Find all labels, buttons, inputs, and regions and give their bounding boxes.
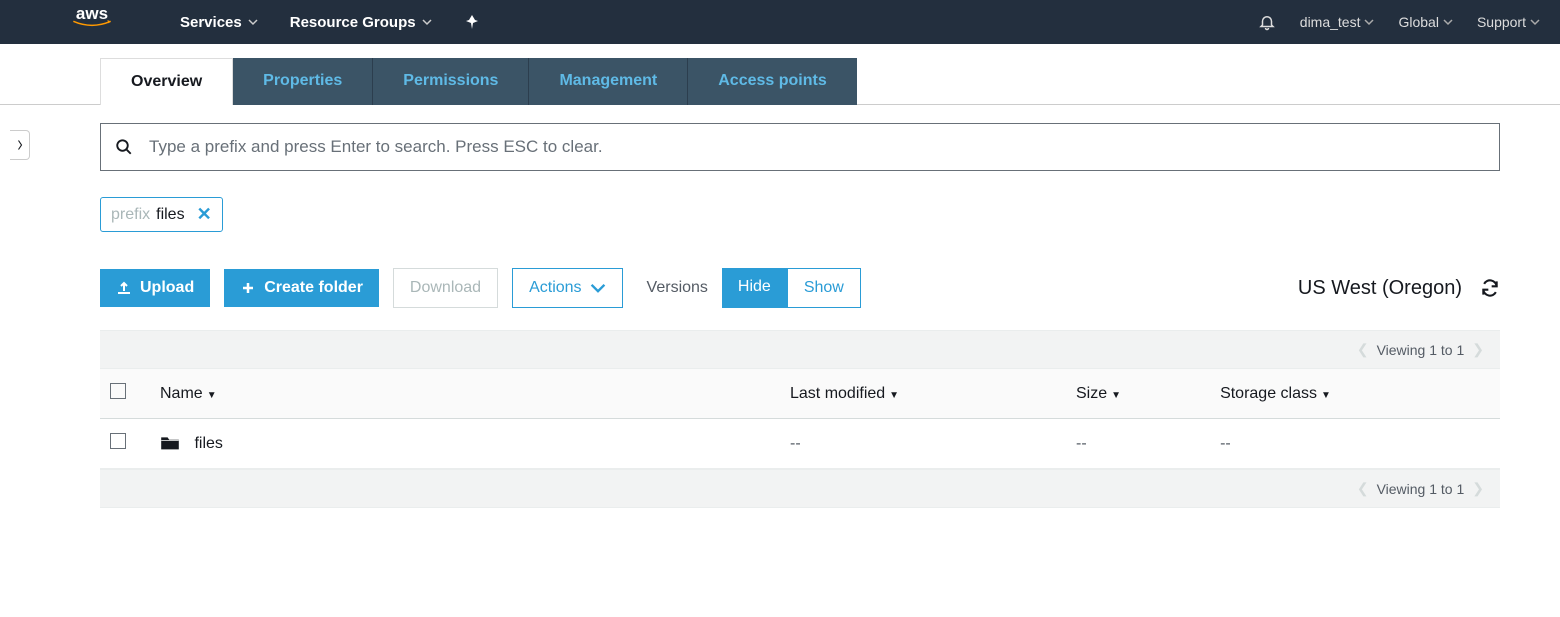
objects-table: Name ▼ Last modified ▼ Size ▼ Storage class…	[100, 369, 1500, 469]
upload-icon	[116, 280, 132, 296]
region-display: US West (Oregon)	[1298, 277, 1462, 300]
download-button: Download	[393, 268, 498, 308]
tab-access-points[interactable]: Access points	[688, 58, 856, 105]
download-button-label: Download	[410, 279, 481, 297]
col-last-modified-header[interactable]: Last modified ▼	[780, 369, 1066, 419]
row-size: --	[1076, 435, 1087, 452]
prefix-filter-value: files	[156, 206, 184, 224]
versions-toggle: Hide Show	[722, 268, 861, 308]
nav-pin[interactable]	[464, 14, 480, 30]
row-last-modified: --	[790, 435, 801, 452]
sidebar-expand-handle[interactable]	[10, 130, 30, 160]
aws-logo[interactable]: aws	[70, 4, 114, 28]
create-folder-button-label: Create folder	[264, 279, 363, 297]
content: prefix files ✕ Upload Create folder Down…	[0, 105, 1560, 528]
actions-button[interactable]: Actions	[512, 268, 622, 308]
viewing-bar-top: ❮ Viewing 1 to 1 ❯	[100, 330, 1500, 369]
chevron-down-icon	[590, 280, 606, 296]
table-header-row: Name ▼ Last modified ▼ Size ▼ Storage class…	[100, 369, 1500, 419]
nav-support-label: Support	[1477, 14, 1526, 30]
nav-user[interactable]: dima_test	[1300, 14, 1375, 30]
aws-smile-icon	[70, 20, 114, 28]
sort-caret-icon: ▼	[1321, 390, 1331, 401]
bell-icon	[1258, 13, 1276, 31]
page-prev: ❮	[1357, 480, 1369, 497]
tab-overview-label: Overview	[131, 73, 202, 90]
col-last-modified-label: Last modified	[790, 385, 885, 402]
page-prev: ❮	[1357, 341, 1369, 358]
page-next: ❯	[1472, 480, 1484, 497]
versions-hide-label: Hide	[738, 278, 771, 295]
row-checkbox[interactable]	[110, 433, 126, 449]
nav-resource-groups-label: Resource Groups	[290, 14, 416, 31]
tab-management-label: Management	[559, 72, 657, 89]
prefix-filter-clear[interactable]: ✕	[197, 204, 212, 225]
chevron-right-icon	[16, 139, 24, 151]
region-block: US West (Oregon)	[1298, 277, 1500, 300]
viewing-bar-bottom: ❮ Viewing 1 to 1 ❯	[100, 469, 1500, 508]
pin-icon	[464, 14, 480, 30]
chevron-down-icon	[248, 17, 258, 27]
tab-permissions-label: Permissions	[403, 72, 498, 89]
nav-left: Services Resource Groups	[180, 14, 480, 31]
nav-right: dima_test Global Support	[1258, 13, 1540, 31]
tab-access-points-label: Access points	[718, 72, 826, 89]
viewing-text-top: Viewing 1 to 1	[1377, 342, 1465, 358]
nav-resource-groups[interactable]: Resource Groups	[290, 14, 432, 31]
versions-show-label: Show	[804, 279, 844, 296]
chevron-down-icon	[422, 17, 432, 27]
chevron-down-icon	[1364, 17, 1374, 27]
refresh-icon[interactable]	[1480, 278, 1500, 298]
actions-button-label: Actions	[529, 279, 581, 297]
col-size-header[interactable]: Size ▼	[1066, 369, 1210, 419]
tab-properties-label: Properties	[263, 72, 342, 89]
prefix-filter-label: prefix	[111, 206, 150, 224]
page-next: ❯	[1472, 341, 1484, 358]
create-folder-button[interactable]: Create folder	[224, 269, 379, 307]
tab-overview[interactable]: Overview	[100, 58, 233, 105]
row-storage-class: --	[1220, 435, 1231, 452]
row-name[interactable]: files	[194, 435, 222, 452]
upload-button-label: Upload	[140, 279, 194, 297]
col-storage-class-header[interactable]: Storage class ▼	[1210, 369, 1500, 419]
tab-permissions[interactable]: Permissions	[373, 58, 529, 105]
plus-icon	[240, 280, 256, 296]
nav-notifications[interactable]	[1258, 13, 1276, 31]
versions-hide[interactable]: Hide	[722, 268, 787, 308]
nav-services[interactable]: Services	[180, 14, 258, 31]
versions-label: Versions	[647, 279, 708, 297]
versions-show[interactable]: Show	[787, 268, 861, 308]
upload-button[interactable]: Upload	[100, 269, 210, 307]
sort-caret-icon: ▼	[889, 390, 899, 401]
nav-region[interactable]: Global	[1398, 14, 1452, 30]
sort-caret-icon: ▼	[1111, 390, 1121, 401]
search-icon	[115, 138, 133, 156]
prefix-filter-chip: prefix files ✕	[100, 197, 223, 232]
col-name-header[interactable]: Name ▼	[150, 369, 780, 419]
col-storage-class-label: Storage class	[1220, 385, 1317, 402]
tab-properties[interactable]: Properties	[233, 58, 373, 105]
toolbar: Upload Create folder Download Actions Ve…	[100, 268, 1500, 308]
chevron-down-icon	[1443, 17, 1453, 27]
table-row[interactable]: files -- -- --	[100, 419, 1500, 469]
tab-management[interactable]: Management	[529, 58, 688, 105]
select-all-checkbox[interactable]	[110, 383, 126, 399]
sort-caret-icon: ▼	[207, 390, 217, 401]
nav-services-label: Services	[180, 14, 242, 31]
col-size-label: Size	[1076, 385, 1107, 402]
chevron-down-icon	[1530, 17, 1540, 27]
versions-group: Versions Hide Show	[647, 268, 861, 308]
search-input[interactable]	[149, 137, 1485, 157]
tab-bar: Overview Properties Permissions Manageme…	[100, 58, 1560, 105]
col-name-label: Name	[160, 385, 203, 402]
top-nav: aws Services Resource Groups dima_test G…	[0, 0, 1560, 44]
nav-user-label: dima_test	[1300, 14, 1361, 30]
nav-region-label: Global	[1398, 14, 1438, 30]
viewing-text-bottom: Viewing 1 to 1	[1377, 481, 1465, 497]
nav-support[interactable]: Support	[1477, 14, 1540, 30]
search-box	[100, 123, 1500, 171]
folder-icon	[160, 435, 180, 451]
